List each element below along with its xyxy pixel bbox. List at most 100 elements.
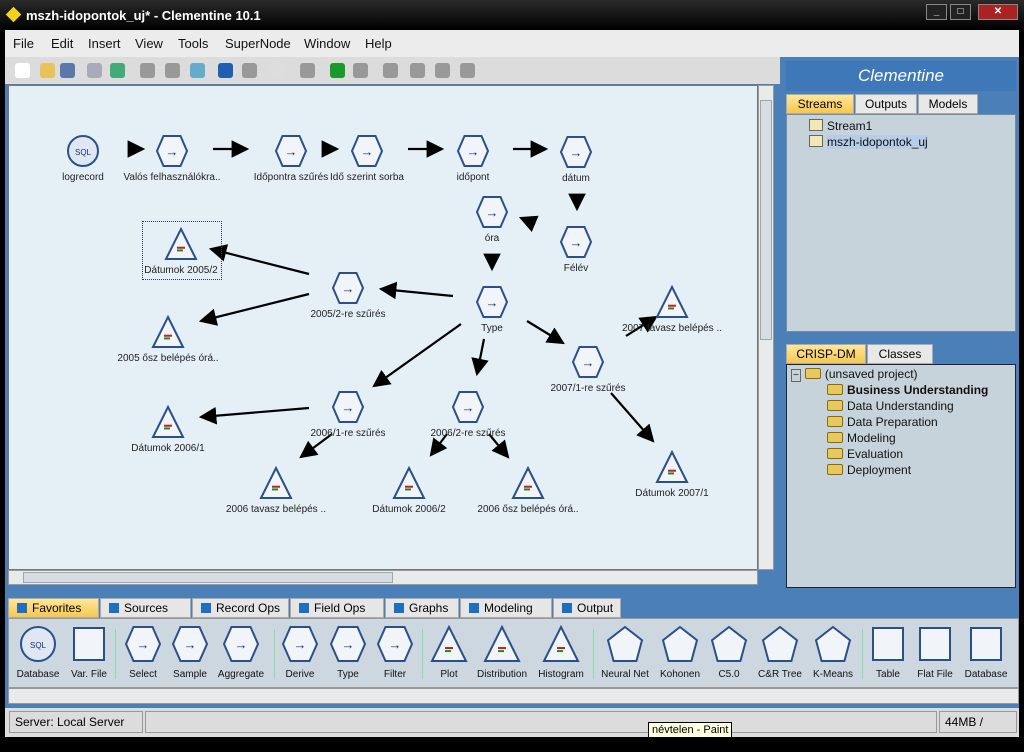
tab-outputs[interactable]: Outputs [855, 94, 917, 114]
annotate-icon[interactable] [270, 63, 285, 78]
folder-icon [827, 464, 843, 475]
stream-node-tavasz2007[interactable]: 2007 tavasz belépés .. [602, 285, 742, 334]
stream-node-s2006-2[interactable]: → 2006/2-re szűrés [398, 390, 538, 439]
palette-node-icon [430, 625, 468, 662]
tab-classes[interactable]: Classes [867, 344, 933, 364]
stream-connection[interactable] [610, 392, 655, 443]
redo-icon[interactable] [242, 63, 257, 78]
new-icon[interactable] [15, 63, 30, 78]
menu-file[interactable]: File [13, 36, 34, 51]
memory-usage: 44MB / 52MB [939, 711, 1017, 749]
palette-node-icon [814, 625, 852, 662]
zoom-in-icon[interactable] [435, 63, 450, 78]
canvas-vertical-scrollbar[interactable] [758, 85, 774, 570]
palette-tab-field-ops[interactable]: Field Ops [290, 598, 384, 618]
palette-tab-record-ops[interactable]: Record Ops [192, 598, 289, 618]
project-root[interactable]: − (unsaved project) [791, 367, 918, 382]
maximize-button[interactable]: □ [950, 4, 971, 20]
stream-node-osz2005[interactable]: 2005 ősz belépés órá.. [98, 315, 238, 364]
palette-tab-sources[interactable]: Sources [100, 598, 191, 618]
palette-item-c-r-tree[interactable]: C&R Tree [750, 625, 810, 680]
palette-node-icon [872, 627, 904, 661]
palette-item-k-means[interactable]: K-Means [803, 625, 863, 680]
save-icon[interactable] [60, 63, 75, 78]
palette-item-filter[interactable]: → Filter [365, 625, 425, 680]
folder-data-understanding[interactable]: Data Understanding [827, 399, 954, 413]
close-button[interactable]: ✕ [978, 4, 1018, 20]
menu-tools[interactable]: Tools [178, 36, 208, 51]
palette-item-neural-net[interactable]: Neural Net [595, 625, 655, 680]
clipboard-icon[interactable] [190, 63, 205, 78]
process-node-icon: → [331, 391, 365, 423]
palette-item-aggregate[interactable]: → Aggregate [211, 625, 271, 680]
palette-item-database[interactable]: Database [956, 625, 1016, 680]
stream-node-osz2006[interactable]: 2006 ősz belépés órá.. [458, 466, 598, 515]
windows-icon[interactable] [110, 63, 125, 78]
node-label: 2006 ősz belépés órá.. [477, 504, 579, 515]
undo-icon[interactable] [218, 63, 233, 78]
favorite-icon[interactable] [410, 63, 425, 78]
folder-evaluation[interactable]: Evaluation [827, 447, 903, 461]
stop-icon[interactable] [383, 63, 398, 78]
stream-canvas[interactable]: SQL logrecord → Valós felhasználókra.. → Időp… [8, 85, 758, 570]
stream-item-selected[interactable]: mszh-idopontok_uj [809, 135, 928, 149]
palette-item-plot[interactable]: Plot [419, 625, 479, 680]
menu-insert[interactable]: Insert [88, 36, 121, 51]
folder-business-understanding[interactable]: Business Understanding [827, 383, 988, 397]
palette-item-distribution[interactable]: Distribution [472, 625, 532, 680]
process-node-icon: → [475, 196, 509, 228]
palette-item-histogram[interactable]: Histogram [531, 625, 591, 680]
stream-node-d2005-2[interactable]: Dátumok 2005/2 [111, 227, 251, 276]
stream-node-type[interactable]: → Type [422, 285, 562, 334]
server-status[interactable]: Server: Local Server [9, 711, 143, 733]
svg-text:→: → [294, 637, 307, 652]
menu-help[interactable]: Help [365, 36, 392, 51]
run-icon[interactable] [330, 63, 345, 78]
menu-window[interactable]: Window [304, 36, 350, 51]
stream-node-s2007-1[interactable]: → 2007/1-re szűrés [518, 345, 658, 394]
supernode-icon[interactable] [140, 63, 155, 78]
stream-node-s2006-1[interactable]: → 2006/1-re szűrés [278, 390, 418, 439]
sql-icon[interactable] [300, 63, 315, 78]
minimize-button[interactable]: _ [926, 4, 947, 20]
folder-icon [827, 416, 843, 427]
supernode-zoom-icon[interactable] [165, 63, 180, 78]
palette-tab-output[interactable]: Output [553, 598, 621, 618]
menu-supernode[interactable]: SuperNode [225, 36, 291, 51]
zoom-out-icon[interactable] [460, 63, 475, 78]
stream-node-d2006-1[interactable]: Dátumok 2006/1 [98, 405, 238, 454]
stream-item[interactable]: Stream1 [809, 119, 872, 133]
palette-tab-graphs[interactable]: Graphs [385, 598, 459, 618]
palette-node-icon [761, 625, 799, 662]
tab-models[interactable]: Models [918, 94, 978, 114]
stream-node-datum[interactable]: → dátum [506, 135, 646, 184]
stream-connection[interactable] [471, 338, 489, 377]
open-icon[interactable] [40, 63, 55, 78]
palette-node-icon: → [376, 626, 414, 662]
palette-tab-favorites[interactable]: Favorites [8, 598, 99, 618]
stream-node-felev[interactable]: → Félév [506, 225, 646, 274]
menu-view[interactable]: View [135, 36, 163, 51]
stream-node-tavasz2006[interactable]: 2006 tavasz belépés .. [206, 466, 346, 515]
run-selection-icon[interactable] [353, 63, 368, 78]
folder-icon [827, 448, 843, 459]
palette-scrollbar[interactable] [8, 688, 1019, 704]
palette-node-icon [919, 627, 951, 661]
stream-node-d2007-1[interactable]: Dátumok 2007/1 [602, 450, 742, 499]
tab-crisp-dm[interactable]: CRISP-DM [786, 344, 866, 364]
palette-tab-modeling[interactable]: Modeling [460, 598, 552, 618]
window-title: mszh-idopontok_uj* - Clementine 10.1 [26, 8, 261, 23]
menu-edit[interactable]: Edit [51, 36, 73, 51]
stream-node-s2005-2[interactable]: → 2005/2-re szűrés [278, 271, 418, 320]
folder-data-preparation[interactable]: Data Preparation [827, 415, 938, 429]
svg-text:→: → [342, 637, 355, 652]
print-icon[interactable] [87, 63, 102, 78]
tab-streams[interactable]: Streams [786, 94, 854, 114]
svg-text:→: → [486, 295, 499, 310]
process-node-icon: → [571, 346, 605, 378]
canvas-horizontal-scrollbar[interactable] [8, 570, 758, 585]
folder-modeling[interactable]: Modeling [827, 431, 896, 445]
folder-deployment[interactable]: Deployment [827, 463, 911, 477]
palette-item-var-file[interactable]: Var. File [59, 625, 119, 680]
node-label: Félév [563, 263, 589, 274]
